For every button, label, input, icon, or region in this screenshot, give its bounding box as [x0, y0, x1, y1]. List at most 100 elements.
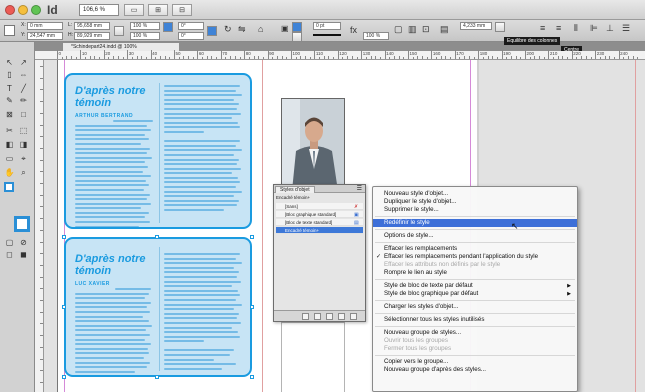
- panel-menu-icon[interactable]: ☰: [357, 185, 362, 193]
- menu-item-new-group[interactable]: Nouveau groupe de styles...: [373, 329, 577, 337]
- menu-item-redefine-style[interactable]: Redéfinir le style: [373, 219, 577, 227]
- selection-handle[interactable]: [250, 375, 254, 379]
- selection-handle[interactable]: [62, 305, 66, 309]
- normal-view-icon[interactable]: ◻: [4, 250, 15, 260]
- menu-item-default-text-frame-style[interactable]: Style de bloc de texte par défaut ▶: [373, 282, 577, 290]
- zoom-tool-icon[interactable]: ⌕: [18, 168, 29, 178]
- vertical-ruler[interactable]: [35, 60, 44, 392]
- apply-none-icon[interactable]: ⊘: [18, 238, 29, 248]
- menu-item-style-options[interactable]: Options de style...: [373, 232, 577, 240]
- formatting-container-icon[interactable]: ▢: [4, 238, 15, 248]
- distribute-icon[interactable]: ⫴: [574, 23, 578, 34]
- style-row[interactable]: [Sans]: [276, 203, 363, 210]
- free-transform-tool-icon[interactable]: ⬚: [18, 126, 29, 136]
- new-group-icon[interactable]: [302, 313, 309, 320]
- opacity-field[interactable]: 100 %: [363, 32, 389, 40]
- menu-item-load-styles[interactable]: Charger les styles d'objet...: [373, 303, 577, 311]
- reference-point-icon[interactable]: [4, 25, 15, 36]
- pen-tool-icon[interactable]: ✎: [4, 96, 15, 106]
- page-tool-icon[interactable]: ▯: [4, 70, 15, 80]
- menu-item-clear-overrides-when-applying[interactable]: ✓ Effacer les remplacements pendant l'app…: [373, 253, 577, 261]
- stroke-swatch[interactable]: [292, 32, 302, 42]
- scale-x-field[interactable]: 100 %: [130, 22, 160, 30]
- text-frame-options-icon[interactable]: ▤: [440, 24, 449, 35]
- effects-icon[interactable]: fx: [350, 25, 357, 35]
- empty-graphic-frame[interactable]: [281, 322, 345, 392]
- style-row[interactable]: [Bloc graphique standard]: [276, 211, 363, 218]
- close-window-button[interactable]: [5, 5, 15, 15]
- panel-tab[interactable]: Styles d'objet: [275, 186, 315, 193]
- gap-tool-icon[interactable]: ⇔: [18, 70, 29, 80]
- selection-tool-icon[interactable]: ↖: [4, 58, 15, 68]
- selection-handle[interactable]: [155, 235, 159, 239]
- scale-y-field[interactable]: 100 %: [130, 32, 160, 40]
- style-row[interactable]: [Bloc de texte standard]: [276, 219, 363, 226]
- align-objects-icon[interactable]: ⊫: [590, 23, 598, 34]
- new-style-icon[interactable]: [338, 313, 345, 320]
- menu-item-copy-to-group[interactable]: Copier vers le groupe...: [373, 358, 577, 366]
- balance-columns-button[interactable]: [495, 22, 505, 32]
- menu-item-new-style[interactable]: Nouveau style d'objet...: [373, 190, 577, 198]
- align-left-icon[interactable]: ≡: [540, 23, 545, 33]
- rectangle-frame-tool-icon[interactable]: ⊠: [4, 110, 15, 120]
- text-wrap-icon[interactable]: ▥: [408, 24, 417, 35]
- x-field[interactable]: 0 mm: [27, 22, 63, 30]
- selection-handle[interactable]: [62, 375, 66, 379]
- rotate-icon[interactable]: ↻: [224, 24, 232, 35]
- pencil-tool-icon[interactable]: ✏: [18, 96, 29, 106]
- menu-item-default-graphic-frame-style[interactable]: Style de bloc graphique par défaut ▶: [373, 290, 577, 298]
- menu-item-clear-overrides[interactable]: Effacer les remplacements: [373, 245, 577, 253]
- stroke-weight-field[interactable]: 0 pt: [313, 22, 341, 30]
- y-field[interactable]: 24,547 mm: [27, 32, 63, 40]
- selection-handle[interactable]: [155, 375, 159, 379]
- preview-view-icon[interactable]: ◼: [18, 250, 29, 260]
- align-bottom-icon[interactable]: ⊥: [606, 23, 614, 34]
- view-options-icon[interactable]: ⊞: [148, 4, 168, 16]
- clear-overrides-icon[interactable]: [314, 313, 321, 320]
- panel-menu-icon[interactable]: ☰: [622, 23, 630, 34]
- shadow-icon[interactable]: ▢: [394, 24, 403, 35]
- scissors-tool-icon[interactable]: ✂: [4, 126, 15, 136]
- zoom-window-button[interactable]: [31, 5, 41, 15]
- fill-icon[interactable]: ▣: [281, 24, 289, 33]
- horizontal-ruler[interactable]: 0 10 20 30 40 50 60 70 80 90 100 110 120 130 140 150 160…: [35, 50, 645, 60]
- menu-item-delete-style[interactable]: Supprimer le style...: [373, 206, 577, 214]
- rotation-field[interactable]: 0°: [178, 22, 204, 30]
- type-tool-icon[interactable]: T: [4, 84, 15, 94]
- shear-field[interactable]: 0°: [178, 32, 204, 40]
- rectangle-tool-icon[interactable]: □: [18, 110, 29, 120]
- line-tool-icon[interactable]: ╱: [18, 84, 29, 94]
- style-row-selected[interactable]: Encadré témoin+: [276, 227, 363, 234]
- note-tool-icon[interactable]: ▭: [4, 154, 15, 164]
- text-frame-testimonial-selected[interactable]: D'après notre témoin LUC XAVIER: [64, 237, 252, 377]
- delete-style-icon[interactable]: [350, 313, 357, 320]
- fill-swatch-icon[interactable]: [4, 182, 14, 192]
- width-field[interactable]: 95,658 mm: [74, 22, 110, 30]
- align-center-icon[interactable]: ≡: [556, 23, 561, 33]
- selection-handle[interactable]: [62, 235, 66, 239]
- hand-tool-icon[interactable]: ✋: [4, 168, 15, 178]
- selection-handle[interactable]: [250, 235, 254, 239]
- height-field[interactable]: 89,929 mm: [74, 32, 110, 40]
- portrait-photo[interactable]: [281, 98, 345, 190]
- text-frame-testimonial[interactable]: D'après notre témoin ARTHUR BERTRAND: [64, 73, 252, 229]
- menu-item-select-unused[interactable]: Sélectionner tous les styles inutilisés: [373, 316, 577, 324]
- flip-horizontal-icon[interactable]: ⇋: [238, 24, 246, 35]
- scale-lock-icon[interactable]: [163, 22, 173, 32]
- select-container-icon[interactable]: ⌂: [258, 24, 263, 34]
- stroke-swatch-icon[interactable]: [14, 216, 30, 232]
- menu-item-break-link[interactable]: Rompre le lien au style: [373, 269, 577, 277]
- fill-swatch[interactable]: [292, 22, 302, 32]
- arrange-documents-icon[interactable]: ⊟: [172, 4, 192, 16]
- constrain-proportions-icon[interactable]: [114, 26, 124, 36]
- gradient-tool-icon[interactable]: ◧: [4, 140, 15, 150]
- eyedropper-tool-icon[interactable]: ⌖: [18, 154, 29, 164]
- flip-icon[interactable]: [207, 26, 217, 36]
- selection-handle[interactable]: [250, 305, 254, 309]
- menu-item-new-group-from-styles[interactable]: Nouveau groupe d'après des styles...: [373, 366, 577, 374]
- screen-mode-icon[interactable]: ▭: [124, 4, 144, 16]
- gradient-feather-tool-icon[interactable]: ◨: [18, 140, 29, 150]
- minimize-window-button[interactable]: [18, 5, 28, 15]
- frame-fitting-icon[interactable]: ⊡: [422, 24, 430, 35]
- stroke-type-line[interactable]: [313, 34, 341, 36]
